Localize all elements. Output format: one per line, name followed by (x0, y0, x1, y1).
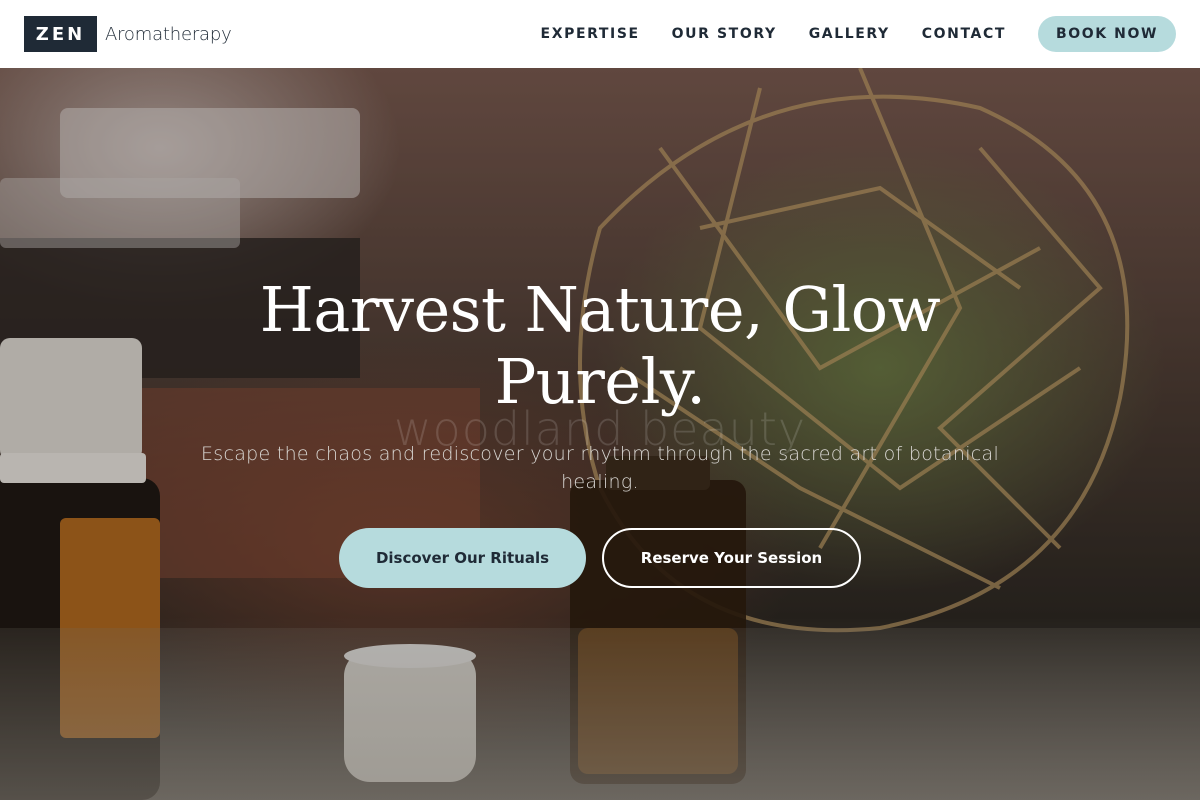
nav-link-expertise[interactable]: EXPERTISE (541, 26, 640, 42)
nav-link-gallery[interactable]: GALLERY (809, 26, 890, 42)
hero-subtitle: Escape the chaos and rediscover your rhy… (200, 443, 1000, 493)
book-now-button[interactable]: BOOK NOW (1038, 16, 1176, 52)
hero-actions: Discover Our Rituals Reserve Your Sessio… (339, 528, 861, 588)
main-nav: EXPERTISE OUR STORY GALLERY CONTACT BOOK… (541, 16, 1176, 52)
site-header: ZEN Aromatherapy EXPERTISE OUR STORY GAL… (0, 0, 1200, 68)
hero-content: Harvest Nature, Glow Purely. Escape the … (0, 68, 1200, 800)
hero-title: Harvest Nature, Glow Purely. (259, 273, 941, 418)
brand-logo[interactable]: ZEN Aromatherapy (24, 16, 232, 52)
nav-link-contact[interactable]: CONTACT (922, 26, 1006, 42)
hero-section: woodland beauty Harvest Nature, Glow Pur… (0, 68, 1200, 800)
reserve-session-button[interactable]: Reserve Your Session (602, 528, 861, 588)
brand-mark: ZEN (24, 16, 97, 52)
nav-link-our-story[interactable]: OUR STORY (672, 26, 777, 42)
discover-rituals-button[interactable]: Discover Our Rituals (339, 528, 586, 588)
brand-name: Aromatherapy (105, 23, 232, 45)
